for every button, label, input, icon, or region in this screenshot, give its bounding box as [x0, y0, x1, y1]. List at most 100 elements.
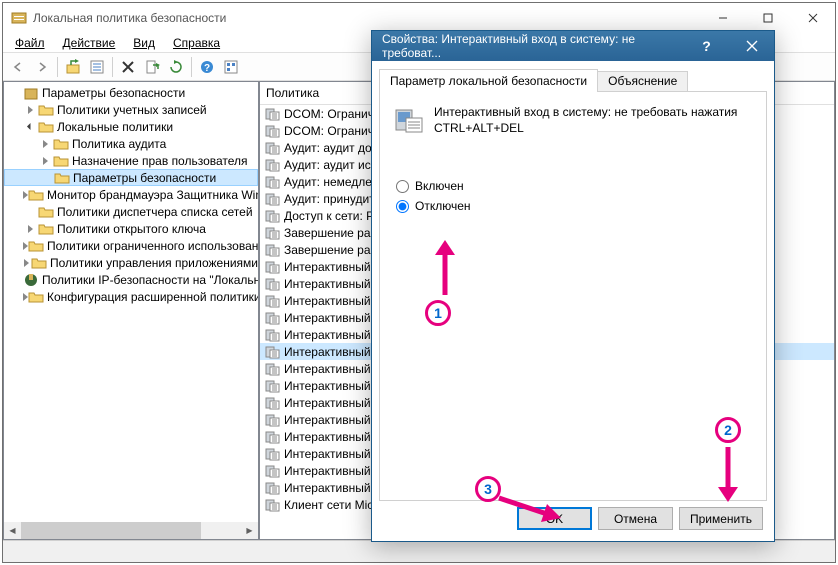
- expand-icon[interactable]: [8, 85, 23, 100]
- minimize-button[interactable]: [700, 4, 745, 33]
- ok-button[interactable]: OK: [517, 507, 592, 530]
- policy-item-icon: [264, 293, 280, 309]
- toolbar-settings-button[interactable]: [220, 56, 242, 78]
- window-title: Локальная политика безопасности: [33, 11, 700, 25]
- tree-item[interactable]: Политики открытого ключа: [4, 220, 258, 237]
- tree: Параметры безопасности Политики учетных …: [4, 82, 258, 307]
- policy-item-icon: [264, 497, 280, 513]
- policy-item-icon: [264, 446, 280, 462]
- toolbar-delete-button[interactable]: [117, 56, 139, 78]
- radio-enabled-label: Включен: [415, 179, 464, 193]
- toolbar-export-button[interactable]: [141, 56, 163, 78]
- tabstrip: Параметр локальной безопасности Объяснен…: [379, 69, 767, 92]
- tab-local-security-setting[interactable]: Параметр локальной безопасности: [379, 69, 598, 92]
- spacer: [39, 170, 54, 185]
- tree-item[interactable]: Монитор брандмауэра Защитника Windows: [4, 186, 258, 203]
- dialog-title: Свойства: Интерактивный вход в систему: …: [382, 32, 684, 60]
- toolbar-up-button[interactable]: [62, 56, 84, 78]
- policy-item-icon: [264, 191, 280, 207]
- spacer: [23, 204, 38, 219]
- tree-item[interactable]: Политики учетных записей: [4, 101, 258, 118]
- svg-text:?: ?: [204, 63, 210, 74]
- folder-icon: [31, 255, 47, 271]
- scroll-left-arrow[interactable]: ◀: [4, 522, 21, 539]
- dialog-buttons: OK Отмена Применить: [379, 501, 767, 534]
- folder-icon: [38, 102, 54, 118]
- tree-panel: Параметры безопасности Политики учетных …: [3, 81, 259, 540]
- menu-help[interactable]: Справка: [165, 34, 228, 52]
- horizontal-scrollbar[interactable]: ◀ ▶: [4, 522, 258, 539]
- policy-item-icon: [264, 106, 280, 122]
- tree-item[interactable]: Политика аудита: [4, 135, 258, 152]
- radio-disabled-input[interactable]: [396, 200, 409, 213]
- tree-root[interactable]: Параметры безопасности: [4, 84, 258, 101]
- toolbar-back-button[interactable]: [7, 56, 29, 78]
- policy-item-icon: [264, 480, 280, 496]
- expand-icon[interactable]: [23, 221, 38, 236]
- radio-disabled[interactable]: Отключен: [396, 199, 754, 213]
- radio-enabled[interactable]: Включен: [396, 179, 754, 193]
- properties-dialog: Свойства: Интерактивный вход в систему: …: [371, 30, 775, 542]
- policy-item-icon: [264, 463, 280, 479]
- dialog-titlebar[interactable]: Свойства: Интерактивный вход в систему: …: [372, 31, 774, 61]
- window-controls: [700, 4, 835, 33]
- expand-icon[interactable]: [23, 102, 38, 117]
- policy-item-icon: [264, 344, 280, 360]
- scrollbar-thumb[interactable]: [21, 522, 201, 539]
- policy-item-icon: [264, 276, 280, 292]
- tree-item[interactable]: Локальные политики: [4, 118, 258, 135]
- folder-icon: [28, 238, 44, 254]
- tree-item[interactable]: Политики IP-безопасности на "Локальный: [4, 271, 258, 288]
- policy-item-icon: [264, 157, 280, 173]
- main-titlebar: Локальная политика безопасности: [3, 3, 835, 33]
- statusbar: [3, 540, 835, 562]
- policy-item-icon: [264, 412, 280, 428]
- maximize-button[interactable]: [745, 4, 790, 33]
- folder-icon: [53, 153, 69, 169]
- expand-icon[interactable]: [38, 153, 53, 168]
- dialog-body: Параметр локальной безопасности Объяснен…: [372, 61, 774, 541]
- policy-header: Интерактивный вход в систему: не требова…: [392, 104, 754, 136]
- toolbar-forward-button[interactable]: [31, 56, 53, 78]
- tree-item[interactable]: Политики управления приложениями: [4, 254, 258, 271]
- cancel-button[interactable]: Отмена: [598, 507, 673, 530]
- policy-description: Интерактивный вход в систему: не требова…: [434, 104, 754, 136]
- folder-icon: [53, 136, 69, 152]
- expand-icon[interactable]: [23, 255, 31, 270]
- policy-item-icon: [264, 361, 280, 377]
- dialog-close-button[interactable]: [729, 32, 774, 60]
- scroll-right-arrow[interactable]: ▶: [241, 522, 258, 539]
- expand-icon[interactable]: [38, 136, 53, 151]
- policy-item-icon: [264, 242, 280, 258]
- toolbar-help-button[interactable]: ?: [196, 56, 218, 78]
- policy-item-icon: [264, 174, 280, 190]
- dialog-help-button[interactable]: ?: [684, 32, 729, 60]
- tree-item[interactable]: Конфигурация расширенной политики: [4, 288, 258, 305]
- menu-view[interactable]: Вид: [125, 34, 163, 52]
- tree-item[interactable]: Назначение прав пользователя: [4, 152, 258, 169]
- folder-icon: [54, 170, 70, 186]
- menu-file[interactable]: Файл: [7, 34, 53, 52]
- app-icon: [11, 10, 27, 26]
- folder-icon: [38, 204, 54, 220]
- menu-action[interactable]: Действие: [55, 34, 124, 52]
- tree-item[interactable]: Политики диспетчера списка сетей: [4, 203, 258, 220]
- tabpage: Интерактивный вход в систему: не требова…: [379, 91, 767, 501]
- tab-explanation[interactable]: Объяснение: [597, 71, 688, 92]
- close-button[interactable]: [790, 4, 835, 33]
- policy-item-icon: [264, 395, 280, 411]
- folder-open-icon: [38, 119, 54, 135]
- radio-enabled-input[interactable]: [396, 180, 409, 193]
- policy-item-icon: [264, 123, 280, 139]
- policy-item-icon: [264, 259, 280, 275]
- policy-item-icon: [264, 429, 280, 445]
- collapse-icon[interactable]: [23, 119, 38, 134]
- toolbar-refresh-button[interactable]: [165, 56, 187, 78]
- toolbar-properties-button[interactable]: [86, 56, 108, 78]
- tree-item[interactable]: Политики ограниченного использования: [4, 237, 258, 254]
- policy-item-icon: [264, 310, 280, 326]
- apply-button[interactable]: Применить: [679, 507, 763, 530]
- folder-icon: [28, 289, 44, 305]
- radio-disabled-label: Отключен: [415, 199, 471, 213]
- tree-item-selected[interactable]: Параметры безопасности: [4, 169, 258, 186]
